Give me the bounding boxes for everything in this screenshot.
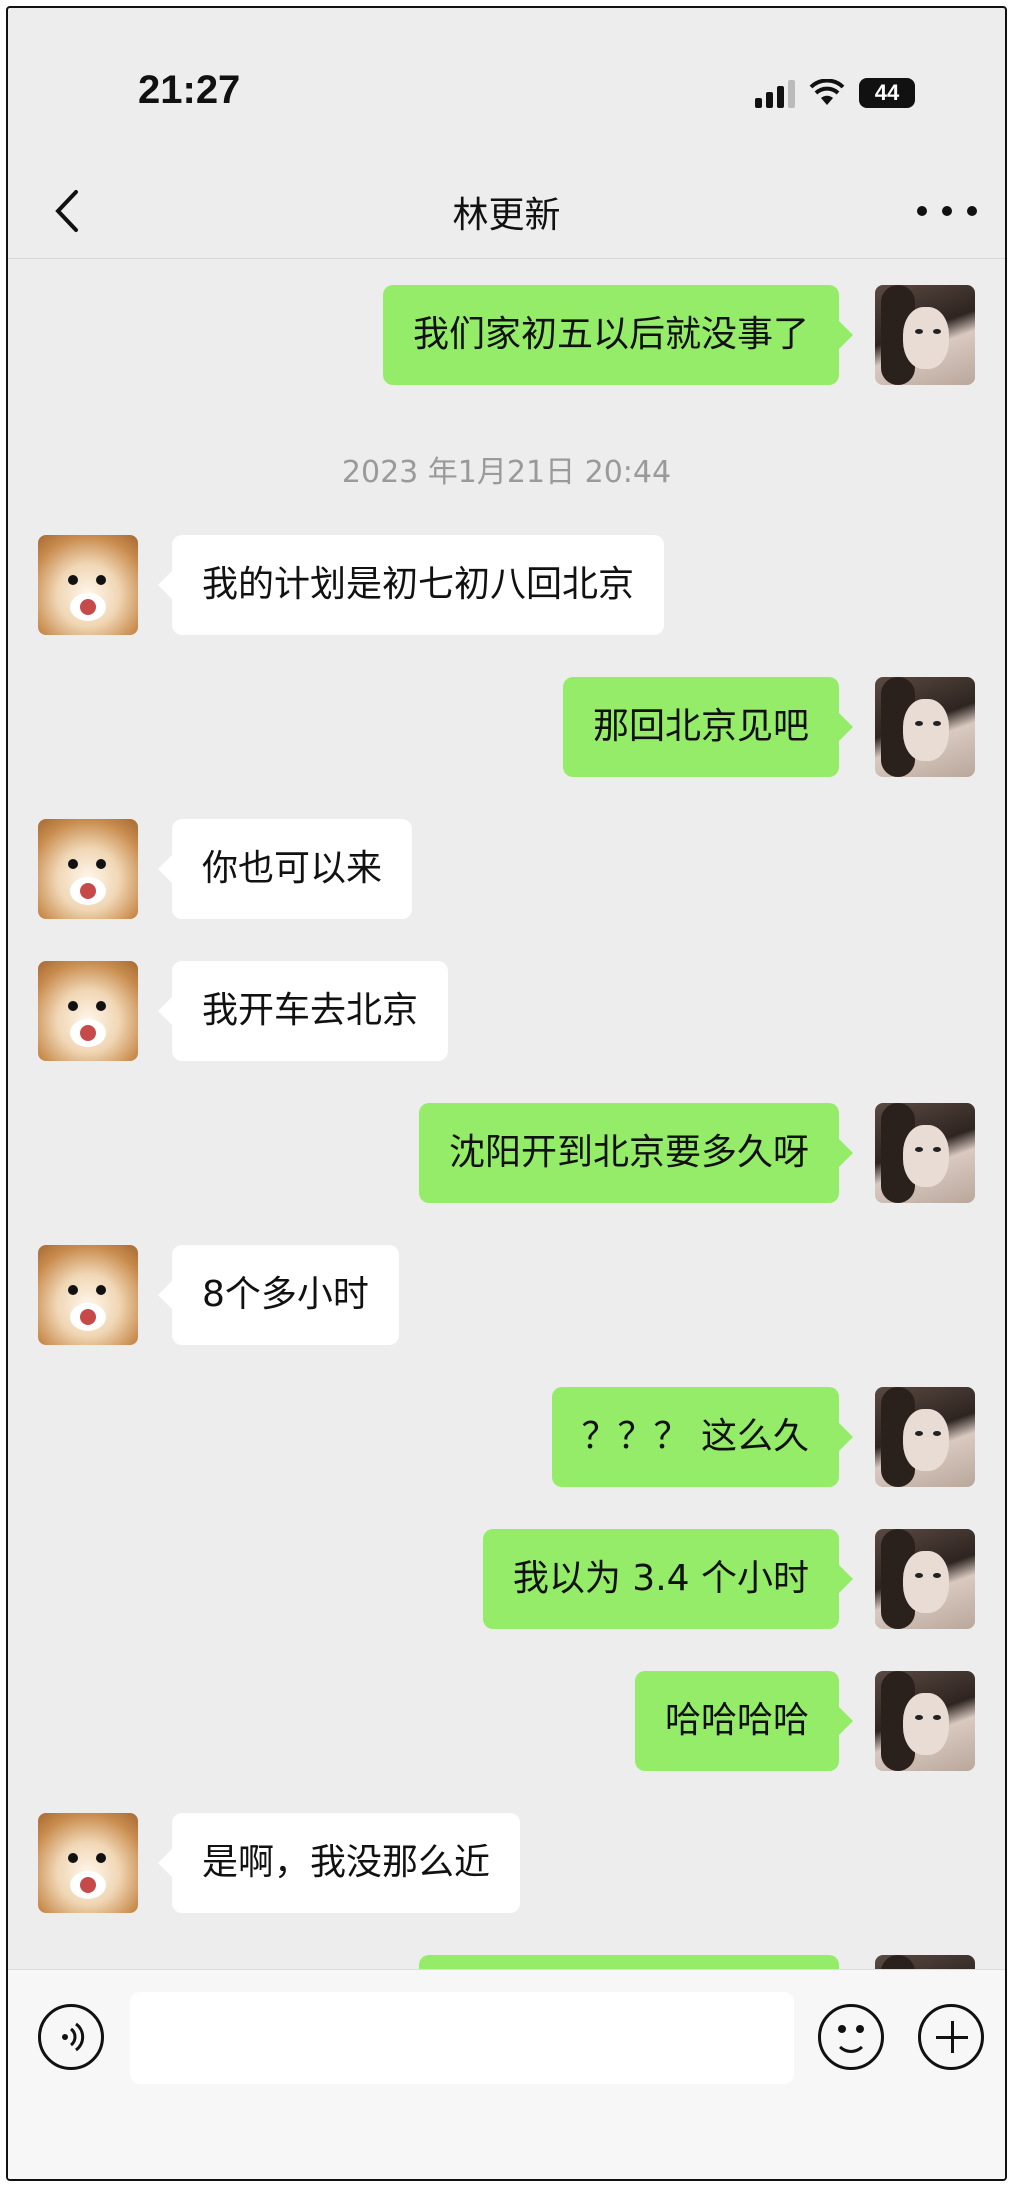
voice-wave-icon bbox=[62, 2022, 85, 2052]
signal-icon bbox=[755, 78, 795, 108]
avatar[interactable] bbox=[875, 1103, 975, 1203]
message-row: ？？？ 这么久 bbox=[8, 1387, 1005, 1487]
avatar[interactable] bbox=[875, 285, 975, 385]
avatar[interactable] bbox=[875, 1529, 975, 1629]
message-row: 我们家初五以后就没事了 bbox=[8, 285, 1005, 385]
outgoing-message[interactable]: 那回北京见吧 bbox=[562, 677, 854, 777]
status-icons: 44 bbox=[755, 78, 915, 108]
battery-icon: 44 bbox=[859, 78, 915, 108]
incoming-message[interactable]: 我开车去北京 bbox=[157, 961, 449, 1061]
incoming-message[interactable]: 是啊，我没那么近 bbox=[157, 1813, 521, 1913]
voice-icon[interactable] bbox=[38, 2004, 104, 2070]
message-row: 你也可以来 bbox=[8, 819, 1005, 919]
message-row: 8个多小时 bbox=[8, 1245, 1005, 1345]
plus-icon[interactable] bbox=[918, 2004, 984, 2070]
message-row: 那回北京见吧 bbox=[8, 677, 1005, 777]
chat-area[interactable]: 我们家初五以后就没事了 2023 年1月21日 20:44 我的计划是初七初八回… bbox=[8, 259, 1005, 1969]
message-row: 我以为 3.4 个小时 bbox=[8, 1529, 1005, 1629]
nav-bar: 林更新 bbox=[8, 168, 1005, 258]
outgoing-message[interactable] bbox=[419, 1955, 839, 1969]
message-input[interactable] bbox=[130, 1992, 794, 2084]
avatar[interactable] bbox=[875, 1955, 975, 1969]
emoji-icon[interactable] bbox=[818, 2004, 884, 2070]
outgoing-message[interactable]: 沈阳开到北京要多久呀 bbox=[418, 1103, 854, 1203]
message-row: 沈阳开到北京要多久呀 bbox=[8, 1103, 1005, 1203]
status-bar: 21:27 44 bbox=[8, 8, 1005, 168]
avatar[interactable] bbox=[38, 535, 138, 635]
message-row: 是啊，我没那么近 bbox=[8, 1813, 1005, 1913]
message-row: 我的计划是初七初八回北京 bbox=[8, 535, 1005, 635]
avatar[interactable] bbox=[38, 819, 138, 919]
outgoing-message[interactable]: 我以为 3.4 个小时 bbox=[482, 1529, 854, 1629]
wifi-icon bbox=[809, 79, 845, 105]
avatar[interactable] bbox=[875, 1671, 975, 1771]
outgoing-message[interactable]: 我们家初五以后就没事了 bbox=[382, 285, 854, 385]
input-bar bbox=[8, 1969, 1005, 2179]
avatar[interactable] bbox=[38, 1245, 138, 1345]
timestamp: 2023 年1月21日 20:44 bbox=[341, 455, 672, 490]
avatar[interactable] bbox=[38, 1813, 138, 1913]
chat-title: 林更新 bbox=[452, 195, 561, 236]
incoming-message[interactable]: 8个多小时 bbox=[158, 1245, 399, 1345]
incoming-message[interactable]: 我的计划是初七初八回北京 bbox=[157, 535, 665, 635]
outgoing-message[interactable]: 哈哈哈哈 bbox=[634, 1671, 854, 1771]
avatar[interactable] bbox=[875, 677, 975, 777]
avatar[interactable] bbox=[38, 961, 138, 1061]
phone-screen: 21:27 44 林更新 我们家初五以后就没事了 2023 年1月21日 20:… bbox=[6, 6, 1007, 2181]
message-row: 哈哈哈哈 bbox=[8, 1671, 1005, 1771]
message-row bbox=[8, 1955, 1005, 1969]
outgoing-message[interactable]: ？？？ 这么久 bbox=[551, 1387, 854, 1487]
avatar[interactable] bbox=[875, 1387, 975, 1487]
status-time: 21:27 bbox=[138, 68, 241, 112]
message-row: 我开车去北京 bbox=[8, 961, 1005, 1061]
incoming-message[interactable]: 你也可以来 bbox=[157, 819, 413, 919]
more-horizontal-icon[interactable] bbox=[917, 186, 977, 236]
